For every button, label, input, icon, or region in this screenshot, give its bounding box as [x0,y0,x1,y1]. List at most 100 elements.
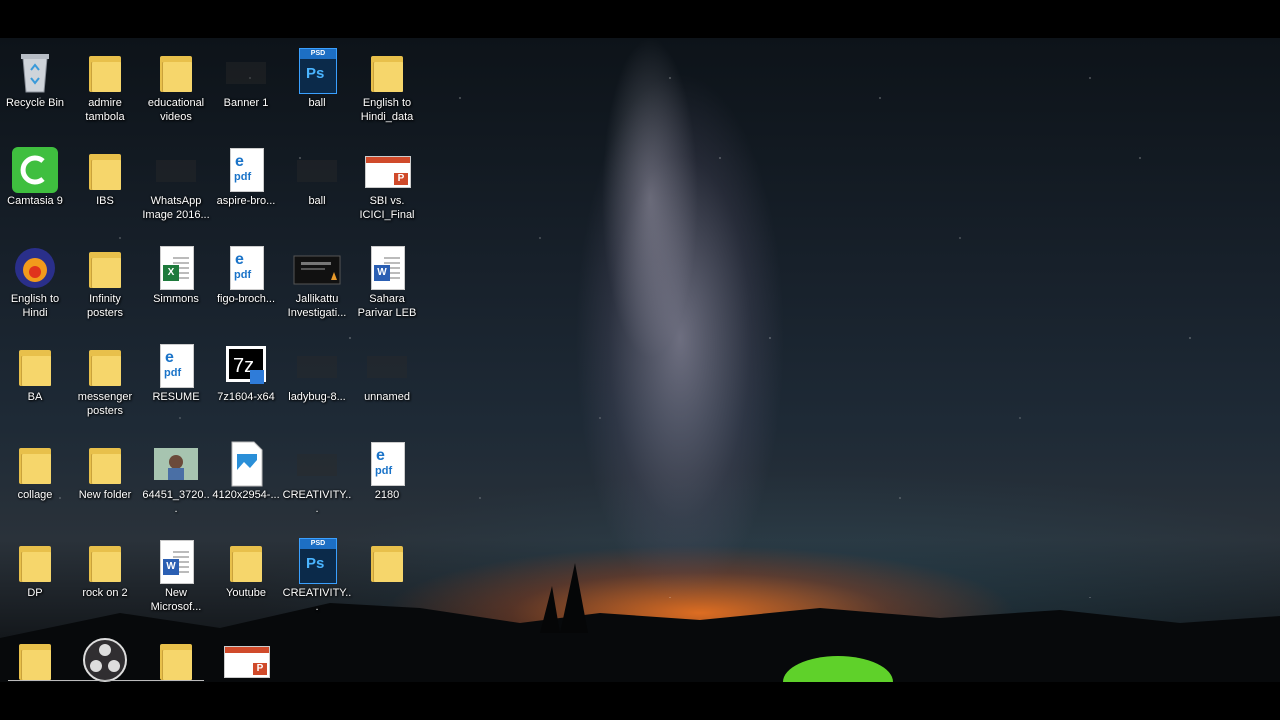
image-icon [293,440,341,488]
desktop-icon[interactable]: P [211,632,281,720]
powerpoint-graphic: P [224,646,270,678]
folder-graphic [89,56,121,92]
desktop-icon[interactable] [0,632,70,720]
desktop-icon[interactable]: messenger posters [70,338,140,430]
desktop-icon-label: CREATIVITY... [282,587,352,613]
desktop-icon[interactable]: Banner 1 [211,44,281,136]
7zip-graphic: 7z [226,346,266,384]
image-graphic [297,454,337,476]
desktop-icon-label: Simmons [153,293,199,305]
desktop-icon[interactable]: Youtube [211,534,281,626]
image-file-icon [222,440,270,488]
desktop-icon-label: admire tambola [85,97,125,123]
desktop-icon[interactable]: W New Microsof... [141,534,211,626]
desktop-icon[interactable]: 64451_3720... [141,436,211,528]
desktop-icon[interactable]: CREATIVITY... [282,436,352,528]
folder-icon [152,636,200,684]
word-graphic: W [371,246,405,290]
desktop-icon[interactable]: e pdf 2180 [352,436,422,528]
desktop-icon-label: BA [27,391,43,403]
folder-graphic [371,546,403,582]
obs-icon [81,636,129,684]
folder-icon [81,342,129,390]
desktop-icon[interactable] [70,632,140,720]
desktop-icon[interactable]: Infinity posters [70,240,140,332]
folder-icon [81,146,129,194]
desktop-icon[interactable]: English to Hindi_data [352,44,422,136]
folder-graphic [160,644,192,680]
desktop-icon[interactable]: rock on 2 [70,534,140,626]
desktop-icon-label: 7z1604-x64 [217,391,275,403]
pdf-icon: e pdf [222,244,270,292]
desktop-icon-label: ball [308,195,326,207]
desktop-icon[interactable]: IBS [70,142,140,234]
psd-icon: PSD Ps [293,48,341,96]
pdf-graphic: e pdf [371,442,405,486]
desktop-icon[interactable] [352,534,422,626]
desktop-icon[interactable]: PSD Ps CREATIVITY... [282,534,352,626]
folder-icon [11,342,59,390]
folder-icon [363,48,411,96]
desktop-icon[interactable]: New folder [70,436,140,528]
desktop-icon-label: WhatsApp Image 2016... [142,195,210,221]
desktop-icon-label: 2180 [374,489,400,501]
desktop-icon[interactable]: PSD Ps ball [282,44,352,136]
word-icon: W [363,244,411,292]
desktop-icon[interactable]: Jallikattu Investigati... [282,240,352,332]
image-graphic [367,356,407,378]
desktop-icon[interactable] [141,632,211,720]
desktop-icon[interactable]: e pdf RESUME [141,338,211,430]
pdf-graphic: e pdf [230,246,264,290]
desktop-icon[interactable]: W Sahara Parivar LEB [352,240,422,332]
folder-icon [81,244,129,292]
folder-graphic [19,644,51,680]
desktop-icon[interactable]: DP [0,534,70,626]
folder-icon [81,440,129,488]
excel-icon: X [152,244,200,292]
folder-icon [222,538,270,586]
folder-icon [81,538,129,586]
desktop-icon[interactable]: educational videos [141,44,211,136]
desktop-icon[interactable]: collage [0,436,70,528]
desktop-icon[interactable]: X Simmons [141,240,211,332]
desktop-icon-label: New folder [78,489,132,501]
desktop-icon-label: ball [308,97,326,109]
pdf-icon: e pdf [363,440,411,488]
folder-graphic [89,350,121,386]
desktop-icon-label: aspire-bro... [216,195,276,207]
desktop-icon[interactable]: English to Hindi [0,240,70,332]
folder-graphic [371,56,403,92]
desktop-icon[interactable]: 7z 7z1604-x64 [211,338,281,430]
desktop-icon-label: Recycle Bin [5,97,65,109]
desktop-icon-label: ladybug-8... [288,391,346,403]
folder-graphic [89,252,121,288]
desktop-icon[interactable]: e pdf aspire-bro... [211,142,281,234]
psd-graphic: PSD Ps [299,48,337,94]
desktop-icon[interactable]: Recycle Bin [0,44,70,136]
desktop-icon[interactable]: e pdf figo-broch... [211,240,281,332]
desktop-icon-label: English to Hindi_data [360,97,414,123]
desktop-icon[interactable]: WhatsApp Image 2016... [141,142,211,234]
desktop-icon[interactable]: ladybug-8... [282,338,352,430]
desktop-icon-label: Sahara Parivar LEB [357,293,417,319]
powerpoint-graphic: P [365,156,411,188]
desktop-icon[interactable]: admire tambola [70,44,140,136]
desktop-icon[interactable]: unnamed [352,338,422,430]
desktop-icon[interactable]: Camtasia 9 [0,142,70,234]
desktop-icon-label: DP [27,587,43,599]
desktop-icon[interactable]: P SBI vs. ICICI_Final [352,142,422,234]
desktop-icon-label: 4120x2954-... [212,489,280,501]
desktop-icon[interactable]: 4120x2954-... [211,436,281,528]
folder-graphic [160,56,192,92]
desktop-icon-label: Jallikattu Investigati... [287,293,347,319]
desktop-icon-label: IBS [96,195,114,207]
folder-icon [11,636,59,684]
desktop-icon[interactable]: BA [0,338,70,430]
desktop-icon-label: Infinity posters [86,293,124,319]
desktop-icon-label: Banner 1 [223,97,269,109]
powerpoint-icon: P [363,146,411,194]
powerpoint-icon: P [222,636,270,684]
recycle-bin-graphic [21,54,49,93]
desktop-icon[interactable]: ball [282,142,352,234]
psd-graphic: PSD Ps [299,538,337,584]
